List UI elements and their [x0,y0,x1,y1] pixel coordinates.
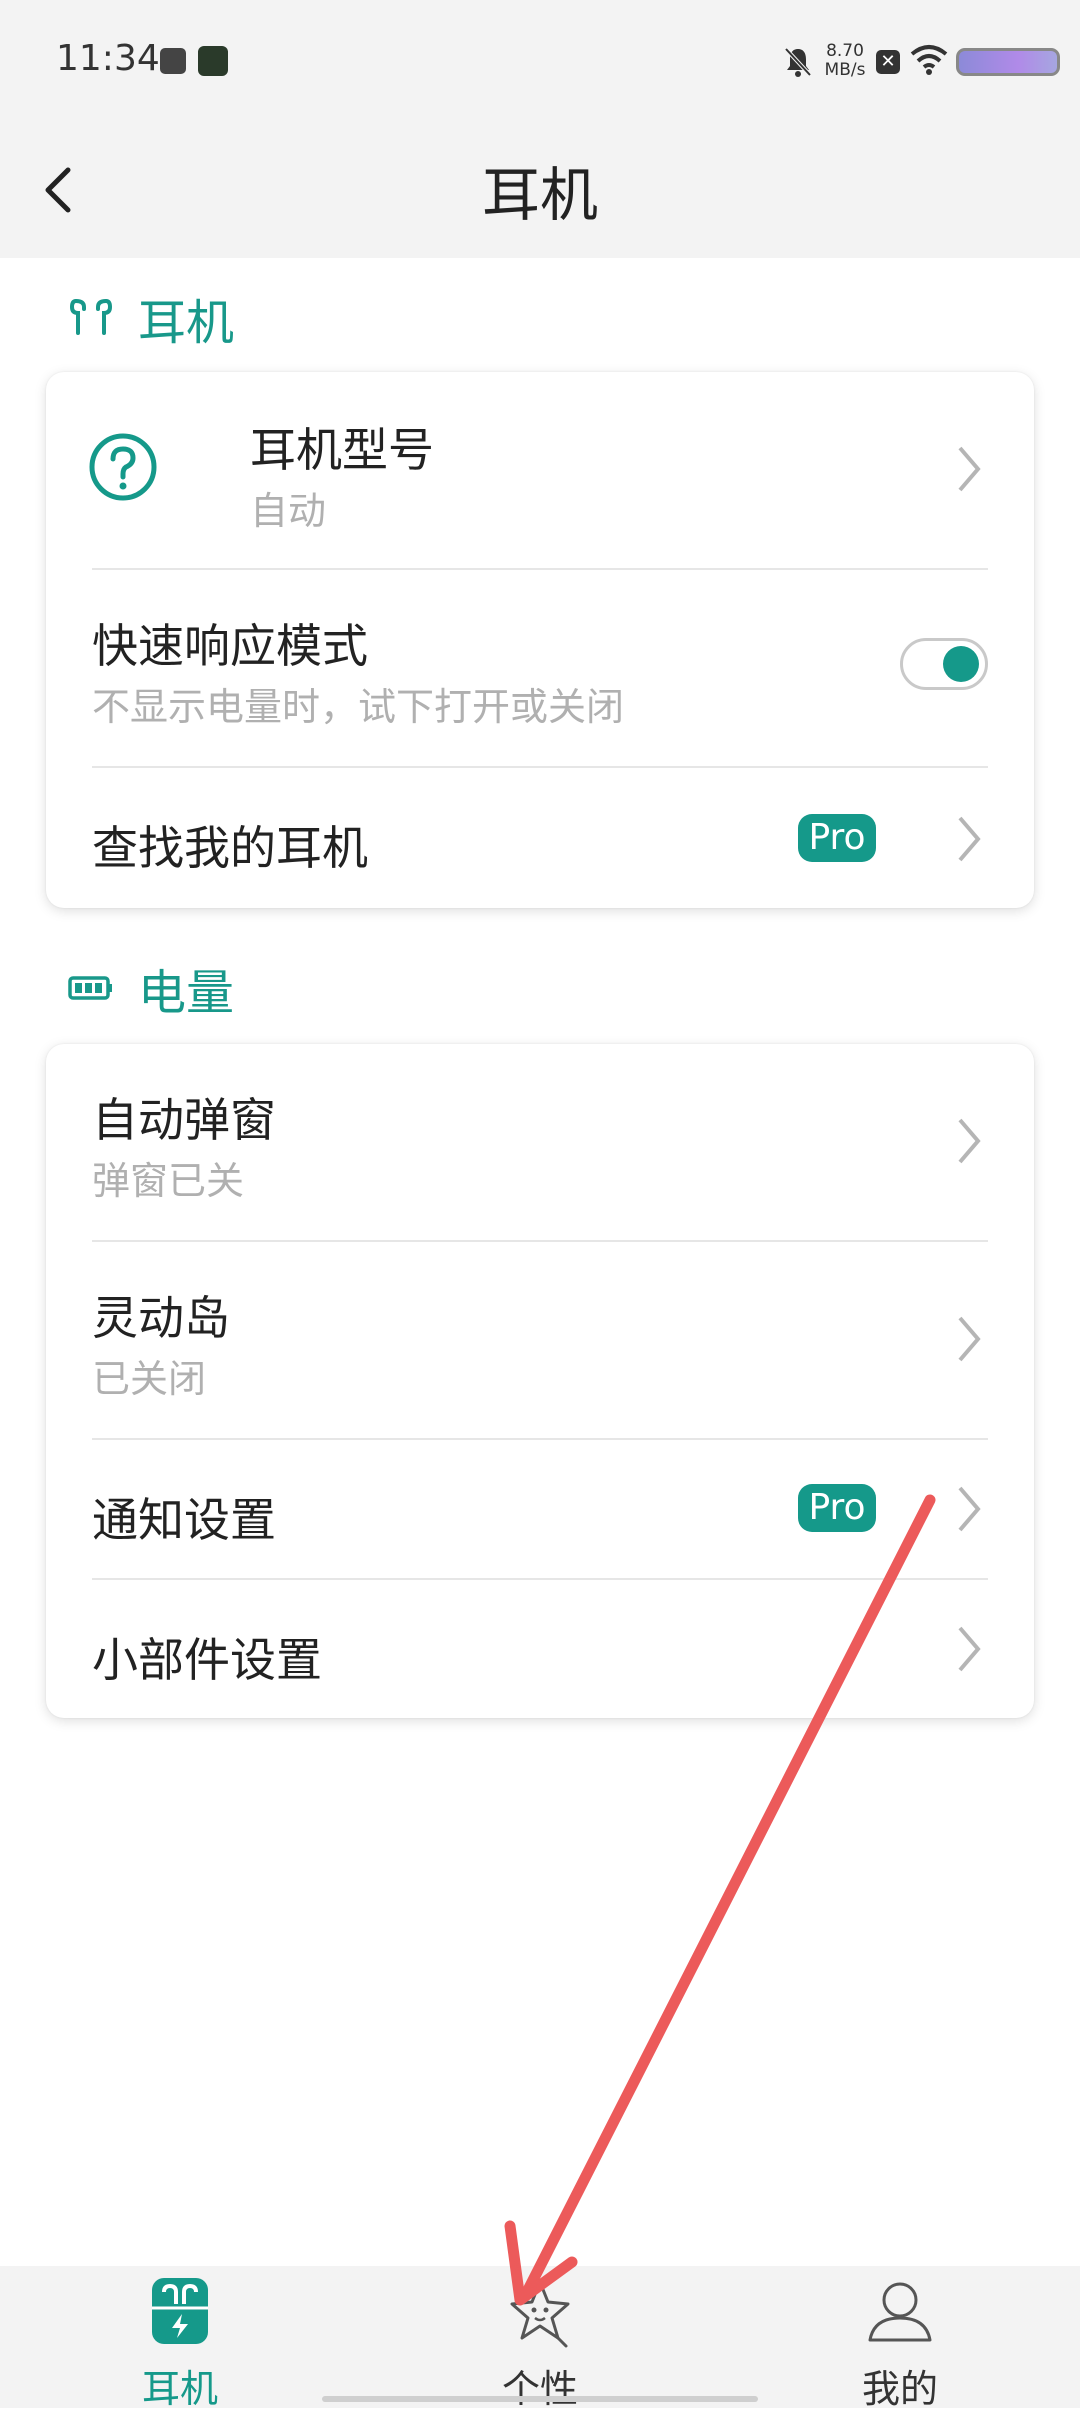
status-time: 11:34 [56,38,160,79]
section-header-earphone: 耳机 [68,288,234,351]
chevron-right-icon [958,816,981,862]
nav-label-mine: 我的 [861,2367,938,2411]
dynamic-island-row[interactable]: 灵动岛 已关闭 [46,1242,1034,1438]
pro-badge: Pro [798,814,876,862]
battery-icon [68,976,112,1000]
x-box-icon: ✕ [876,50,900,74]
widget-settings-row[interactable]: 小部件设置 [46,1580,1034,1718]
toggle-knob [943,646,979,682]
bottom-nav: 耳机 个性 我的 [0,2266,1080,2411]
dynamic-island-title: 灵动岛 [92,1291,230,1345]
battery-status-icon [956,48,1060,76]
pro-badge: Pro [798,1484,876,1532]
dynamic-island-value: 已关闭 [92,1357,207,1401]
user-icon [868,2282,932,2342]
app-bar: 耳机 [0,130,1080,258]
earbuds-icon [69,299,113,335]
find-earphone-row[interactable]: 查找我的耳机 Pro [46,768,1034,908]
earbuds-case-icon [152,2278,208,2344]
earphone-settings-card: 耳机型号 自动 快速响应模式 不显示电量时，试下打开或关闭 查找我的耳机 Pro [46,372,1034,908]
nav-label-earphone: 耳机 [141,2367,218,2411]
auto-popup-title: 自动弹窗 [92,1093,276,1147]
section-title-earphone: 耳机 [138,295,235,351]
star-face-icon [510,2280,570,2348]
earphone-model-value: 自动 [250,489,327,533]
wifi-icon [910,45,948,75]
nav-tab-earphone[interactable]: 耳机 [80,2266,280,2411]
app-notification-icon [160,48,186,74]
network-speed-unit: MB/s [824,60,866,80]
nav-tab-mine[interactable]: 我的 [800,2266,1000,2411]
page-title: 耳机 [481,161,598,229]
fast-response-title: 快速响应模式 [92,619,368,673]
widget-settings-title: 小部件设置 [92,1633,322,1687]
battery-settings-card: 自动弹窗 弹窗已关 灵动岛 已关闭 通知设置 Pro 小部件设置 [46,1044,1034,1718]
section-title-battery: 电量 [138,965,235,1021]
auto-popup-value: 弹窗已关 [92,1159,245,1203]
help-circle-icon [89,433,157,501]
find-earphone-title: 查找我的耳机 [92,821,368,875]
chevron-right-icon [958,1486,981,1532]
status-bar: 11:34 8.70 MB/s ✕ [0,0,1080,130]
network-speed-value: 8.70 [826,41,864,61]
auto-popup-row[interactable]: 自动弹窗 弹窗已关 [46,1044,1034,1240]
earphone-model-title: 耳机型号 [250,423,434,477]
chevron-right-icon [958,1626,981,1672]
fast-response-row: 快速响应模式 不显示电量时，试下打开或关闭 [46,570,1034,766]
notification-settings-title: 通知设置 [92,1493,276,1547]
fast-response-subtitle: 不显示电量时，试下打开或关闭 [92,685,625,729]
section-header-battery: 电量 [68,958,234,1021]
nav-label-personal: 个性 [501,2367,578,2411]
fast-response-toggle[interactable] [900,638,988,690]
chevron-right-icon [958,446,981,492]
nav-tab-personal[interactable]: 个性 [440,2266,640,2411]
avatar-notification-icon [198,46,228,76]
home-indicator [322,2396,758,2402]
chevron-right-icon [958,1316,981,1362]
mute-bell-icon [784,47,812,77]
chevron-right-icon [958,1118,981,1164]
network-speed: 8.70 MB/s [820,42,870,80]
notification-settings-row[interactable]: 通知设置 Pro [46,1440,1034,1578]
earphone-model-row[interactable]: 耳机型号 自动 [46,372,1034,568]
